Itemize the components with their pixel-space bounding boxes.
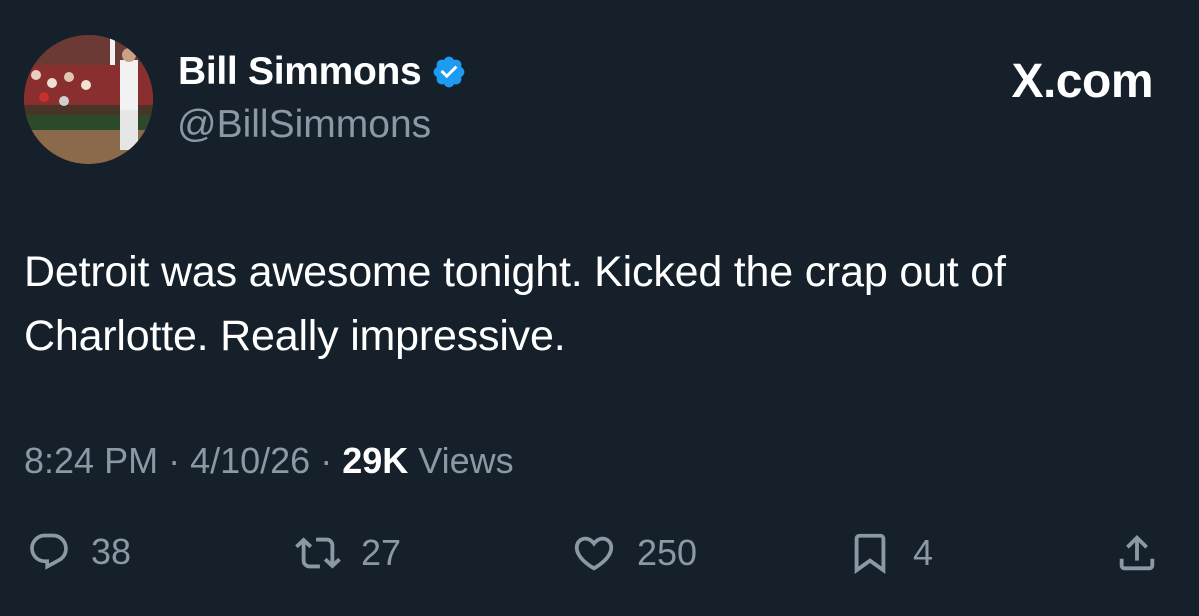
share-button[interactable] [1114, 530, 1160, 576]
retweet-icon [295, 537, 341, 569]
tweet-card: Bill Simmons @BillSimmons X.com Detroit … [0, 0, 1199, 616]
meta-separator: · [168, 440, 191, 481]
bookmark-icon [854, 533, 886, 574]
reply-icon [30, 533, 68, 570]
bookmark-count: 4 [913, 532, 934, 573]
reply-button[interactable]: 38 [27, 530, 131, 574]
author-handle[interactable]: @BillSimmons [177, 103, 431, 147]
like-button[interactable]: 250 [571, 530, 697, 576]
bookmark-button[interactable]: 4 [847, 530, 933, 576]
verified-badge-icon [434, 56, 465, 88]
brand-logo: X.com [1011, 55, 1153, 108]
avatar[interactable] [24, 35, 153, 164]
heart-icon [574, 536, 614, 571]
tweet-meta: 8:24 PM · 4/10/26 · 29K Views [24, 440, 514, 482]
views-count: 29K [342, 440, 409, 481]
share-icon [1119, 534, 1155, 571]
retweet-button[interactable]: 27 [295, 530, 401, 576]
retweet-count: 27 [361, 532, 402, 573]
views-label: Views [418, 440, 514, 481]
like-count: 250 [637, 532, 698, 573]
author-name-row: Bill Simmons [178, 50, 467, 94]
tweet-date[interactable]: 4/10/26 [190, 440, 310, 481]
tweet-time[interactable]: 8:24 PM [24, 440, 158, 481]
meta-separator: · [320, 440, 343, 481]
tweet-text: Detroit was awesome tonight. Kicked the … [24, 248, 1006, 360]
author-display-name[interactable]: Bill Simmons [178, 50, 422, 94]
avatar-image [24, 35, 153, 164]
reply-count: 38 [91, 531, 132, 572]
